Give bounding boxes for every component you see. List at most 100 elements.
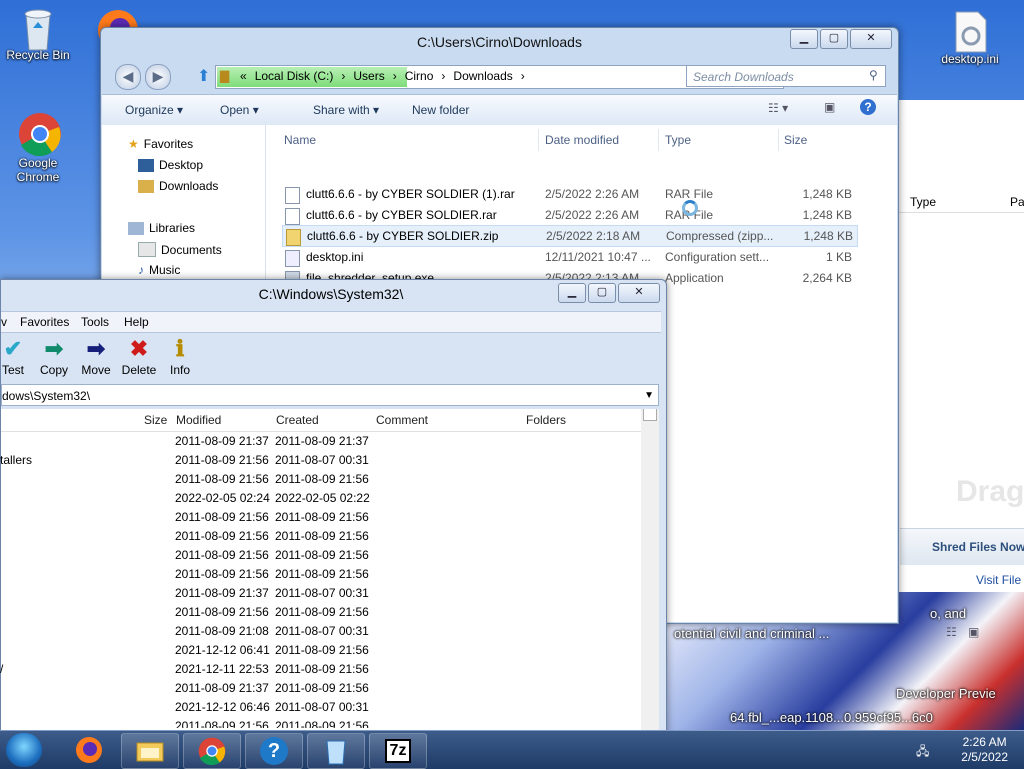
start-button[interactable] [6,733,42,767]
organize-button[interactable]: Organize ▾ [125,103,183,117]
column-folders[interactable]: Folders [526,413,566,427]
documents-icon [138,242,156,257]
file-size: 1 KB [825,250,852,264]
breadcrumb-overflow[interactable]: « [240,69,247,83]
close-button[interactable]: ✕ [850,29,892,49]
column-created[interactable]: Created [276,413,319,427]
row-created: 2011-08-07 00:31 [275,700,369,714]
desktop-icon-desktop-ini[interactable]: desktop.ini [932,10,1008,66]
new-folder-button[interactable]: New folder [412,103,469,117]
minimize-button[interactable]: ▁ [790,29,818,49]
column-modified[interactable]: Modified [176,413,221,427]
breadcrumb-downloads[interactable]: Downloads [453,69,512,83]
back-button[interactable]: ◀ [115,64,141,90]
sevenzip-row[interactable]: 2011-08-09 21:56 2011-08-09 21:56 [0,565,640,584]
nav-downloads[interactable]: Downloads [138,179,218,193]
search-icon[interactable]: ⚲ [869,68,878,82]
desktop-icon-recycle-bin[interactable]: Recycle Bin [0,6,76,62]
sevenzip-row[interactable]: 2011-08-09 21:56 2011-08-09 21:56 [0,508,640,527]
column-name[interactable]: Name [284,133,316,147]
menu-tools[interactable]: Tools [81,315,109,329]
file-row[interactable]: clutt6.6.6 - by CYBER SOLDIER.rar 2/5/20… [282,205,856,225]
sevenzip-row[interactable]: 2011-08-09 21:56 2011-08-09 21:56 [0,546,640,565]
taskbar-7zip[interactable]: 7z [369,733,427,769]
column-comment[interactable]: Comment [376,413,428,427]
info-button[interactable]: ℹ Info [155,335,205,377]
clock[interactable]: 2:26 AM 2/5/2022 [961,735,1008,765]
breadcrumb-sep[interactable]: › [521,69,525,83]
breadcrumb-sep[interactable]: › [341,69,345,83]
taskbar-help[interactable]: ? [245,733,303,769]
network-icon[interactable]: 🖧 [916,742,929,763]
desktop-icon-google-chrome[interactable]: Google Chrome [0,112,76,184]
shred-button[interactable]: Shred Files Now... [900,528,1024,565]
breadcrumb-sep[interactable]: › [441,69,445,83]
minimize-button[interactable]: ▁ [558,283,586,303]
column-type[interactable]: Type [910,195,936,209]
close-button[interactable]: ✕ [618,283,660,303]
sevenzip-row[interactable]: 2021-12-12 06:41 2011-08-09 21:56 [0,641,640,660]
maximize-button[interactable]: ▢ [588,283,616,303]
file-date: 2/5/2022 2:26 AM [545,208,640,222]
open-button[interactable]: Open ▾ [220,103,259,117]
sevenzip-row[interactable]: 2011-08-09 21:08 2011-08-07 00:31 [0,622,640,641]
large-icons-view-icon[interactable]: ▣ [968,625,979,639]
share-with-button[interactable]: Share with ▾ [313,103,379,117]
preview-pane-icon[interactable]: ▣ [824,100,835,114]
sevenzip-row[interactable]: 2011-08-09 21:56 2011-08-09 21:56 [0,603,640,622]
file-row[interactable]: desktop.ini 12/11/2021 10:47 ... Configu… [282,247,856,267]
info-icon: ℹ [175,336,185,361]
column-size[interactable]: Size [784,133,807,147]
sevenzip-row[interactable]: 2011-08-09 21:37 2011-08-09 21:37 [0,432,640,451]
sevenzip-row[interactable]: 2011-08-09 21:56 2011-08-09 21:56 [0,717,640,728]
file-row-selected[interactable]: clutt6.6.6 - by CYBER SOLDIER.zip 2/5/20… [282,225,858,247]
nav-music[interactable]: ♪ Music [138,263,180,277]
nav-favorites[interactable]: ★ Favorites [128,137,193,151]
sevenzip-row[interactable]: 2011-08-09 21:56 2011-08-09 21:56 [0,527,640,546]
nav-documents[interactable]: Documents [138,242,222,257]
column-size[interactable]: Size [144,413,167,427]
nav-libraries[interactable]: Libraries [128,221,195,235]
sevenzip-row[interactable]: 2022-02-05 02:24 2022-02-05 02:22 [0,489,640,508]
scrollbar-thumb[interactable] [643,409,657,421]
details-view-icon[interactable]: ☷ [946,625,957,639]
breadcrumb-cirno[interactable]: Cirno [405,69,434,83]
menu-favorites[interactable]: Favorites [20,315,69,329]
breadcrumb-users[interactable]: Users [353,69,384,83]
visit-link[interactable]: Visit File S [976,573,1024,587]
path-dropdown-icon[interactable]: ▼ [644,385,654,407]
forward-button[interactable]: ▶ [145,64,171,90]
breadcrumb-sep[interactable]: › [393,69,397,83]
nav-desktop[interactable]: Desktop [138,158,203,172]
path-combobox[interactable]: dows\System32\ ▼ [1,384,659,406]
taskbar-recycle[interactable] [307,733,365,769]
taskbar-firefox[interactable] [62,733,116,767]
sevenzip-row[interactable]: tallers 2011-08-09 21:56 2011-08-07 00:31 [0,451,640,470]
search-input[interactable]: Search Downloads [686,65,886,87]
row-created: 2011-08-09 21:56 [275,643,369,657]
taskbar-explorer[interactable] [121,733,179,769]
file-row[interactable]: clutt6.6.6 - by CYBER SOLDIER (1).rar 2/… [282,184,856,204]
sevenzip-row[interactable]: 2011-08-09 21:56 2011-08-09 21:56 [0,470,640,489]
row-created: 2011-08-09 21:56 [275,529,369,543]
column-type[interactable]: Type [665,133,691,147]
views-icon[interactable]: ☷ ▾ [768,101,788,115]
column-date-modified[interactable]: Date modified [545,133,619,147]
sevenzip-row[interactable]: 2011-08-09 21:37 2011-08-09 21:56 [0,679,640,698]
sevenzip-row[interactable]: / 2021-12-11 22:53 2011-08-09 21:56 [0,660,640,679]
column-pa[interactable]: Pa [1010,195,1024,209]
sevenzip-row[interactable]: 2021-12-12 06:46 2011-08-07 00:31 [0,698,640,717]
help-icon[interactable]: ? [860,99,876,115]
file-date: 2/5/2022 2:26 AM [545,187,640,201]
taskbar-chrome[interactable] [183,733,241,769]
breadcrumb-local-disk[interactable]: Local Disk (C:) [255,69,334,83]
row-modified: 2022-02-05 02:24 [175,491,270,505]
vertical-scrollbar[interactable] [641,409,659,739]
maximize-button[interactable]: ▢ [820,29,848,49]
sevenzip-row[interactable]: 2011-08-09 21:37 2011-08-07 00:31 [0,584,640,603]
menu-help[interactable]: Help [124,315,149,329]
desktop-icon-label: Google Chrome [16,156,60,184]
row-created: 2011-08-09 21:56 [275,472,369,486]
up-arrow-icon[interactable]: ⬆ [197,66,210,86]
menu-view[interactable]: v [1,315,7,329]
